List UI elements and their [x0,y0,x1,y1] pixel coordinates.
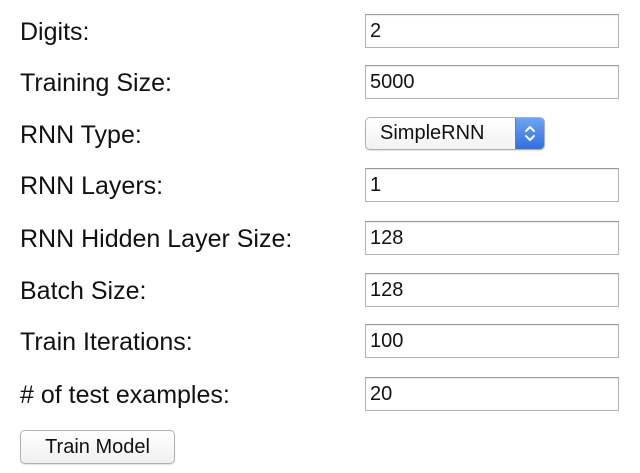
rnn-type-label: RNN Type: [20,121,142,149]
digits-label: Digits: [20,18,90,46]
test-examples-input[interactable] [365,377,619,411]
batch-size-input[interactable] [365,273,619,307]
rnn-layers-label: RNN Layers: [20,172,164,200]
batch-size-label: Batch Size: [20,277,147,305]
test-examples-label: # of test examples: [20,381,230,409]
train-iterations-row: Train Iterations: [0,320,640,364]
training-size-row: Training Size: [0,61,640,105]
training-size-label: Training Size: [20,69,172,97]
rnn-hidden-layer-size-row: RNN Hidden Layer Size: [0,217,640,261]
train-model-button[interactable]: Train Model [20,430,175,464]
digits-row: Digits: [0,10,640,54]
train-iterations-label: Train Iterations: [20,328,193,356]
digits-input[interactable] [365,14,619,48]
training-size-input[interactable] [365,65,619,99]
train-iterations-input[interactable] [365,324,619,358]
rnn-hidden-layer-size-label: RNN Hidden Layer Size: [20,225,293,253]
rnn-layers-input[interactable] [365,168,619,202]
rnn-layers-row: RNN Layers: [0,164,640,208]
rnn-hidden-layer-size-input[interactable] [365,221,619,255]
batch-size-row: Batch Size: [0,269,640,313]
rnn-type-selected-value: SimpleRNN [380,122,485,144]
rnn-type-row: RNN Type: SimpleRNN [0,113,640,157]
rnn-type-select[interactable]: SimpleRNN [365,117,545,150]
up-down-chevron-icon[interactable] [515,118,544,149]
test-examples-row: # of test examples: [0,373,640,417]
